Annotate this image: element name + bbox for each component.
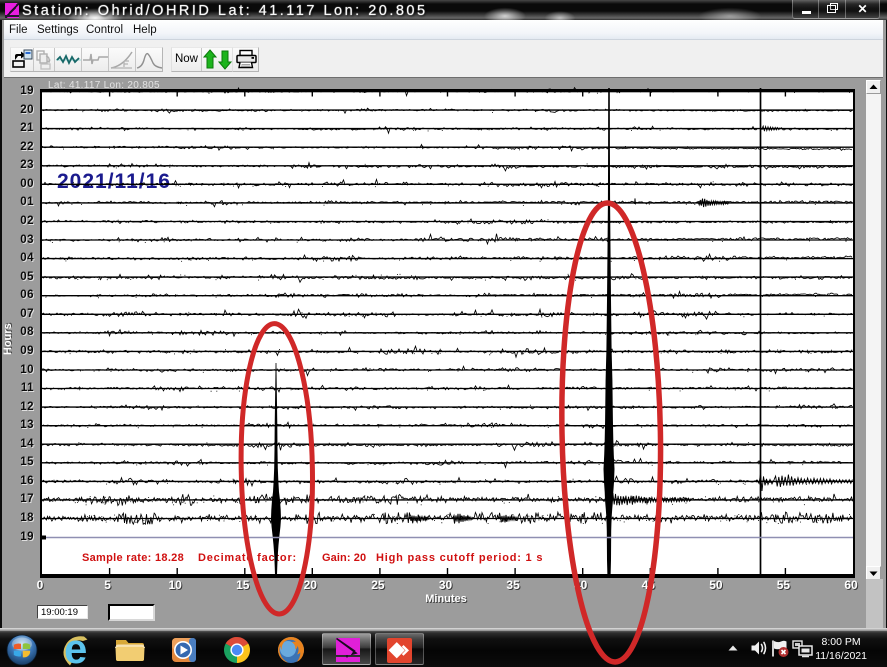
svg-text:e: e	[64, 632, 87, 667]
